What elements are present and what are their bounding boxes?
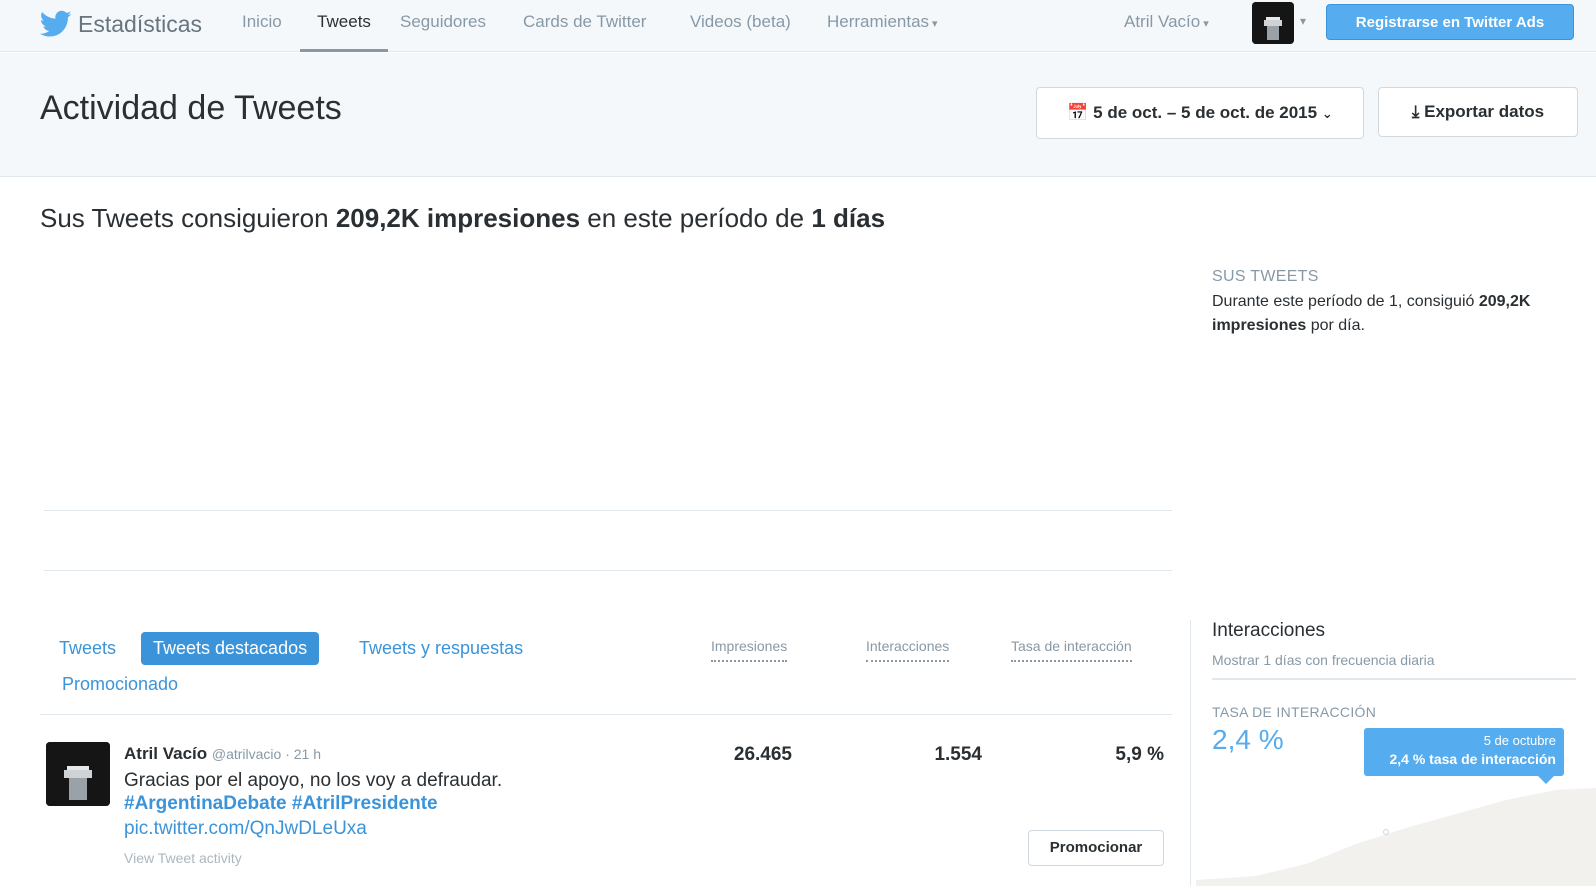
- tab-tweets-destacados[interactable]: Tweets destacados: [141, 632, 320, 665]
- chevron-down-icon: ▾: [932, 18, 938, 30]
- interaction-rate-point: [1383, 829, 1389, 835]
- calendar-icon: 📅: [1067, 103, 1089, 122]
- brand[interactable]: Estadísticas: [40, 6, 202, 42]
- chevron-down-icon[interactable]: ▾: [1300, 14, 1306, 28]
- avatar[interactable]: [1252, 2, 1294, 44]
- impressions-summary: Sus Tweets consiguieron 209,2K impresion…: [40, 203, 885, 234]
- tweet-author-name: Atril Vacío: [124, 744, 208, 763]
- nav-item-herramientas-label: Herramientas: [827, 12, 930, 31]
- view-tweet-activity-link[interactable]: View Tweet activity: [124, 850, 242, 866]
- twitter-bird-icon: [40, 10, 72, 37]
- page-header: Actividad de Tweets 📅 5 de oct. – 5 de o…: [0, 53, 1596, 177]
- user-menu[interactable]: Atril Vacío ▾: [1124, 12, 1209, 32]
- tweet-impressions: 26.465: [733, 744, 792, 765]
- panel-separator: [1190, 620, 1191, 886]
- your-tweets-text: Durante este período de 1, consiguió 209…: [1212, 290, 1572, 338]
- export-label: Exportar datos: [1424, 102, 1545, 121]
- tweet-avatar[interactable]: [46, 742, 110, 806]
- tooltip-value: 2,4 % tasa de interacción: [1389, 751, 1556, 767]
- tab-tweets-respuestas[interactable]: Tweets y respuestas: [359, 638, 523, 659]
- lectern-image-icon: [46, 742, 110, 806]
- column-tasa-interaccion[interactable]: Tasa de interacción: [1011, 638, 1132, 662]
- tooltip-arrow: [1538, 776, 1554, 784]
- nav-item-videos[interactable]: Videos (beta): [690, 12, 791, 52]
- twitter-ads-button[interactable]: Registrarse en Twitter Ads: [1326, 4, 1574, 40]
- summary-prefix: Sus Tweets consiguieron: [40, 203, 336, 233]
- side-text-suffix: por día.: [1306, 317, 1365, 334]
- chart-tooltip: 5 de octubre 2,4 % tasa de interacción: [1364, 728, 1564, 776]
- tab-promocionado[interactable]: Promocionado: [62, 674, 178, 695]
- tooltip-date: 5 de octubre: [1483, 733, 1556, 748]
- nav-item-herramientas[interactable]: Herramientas ▾: [827, 12, 938, 52]
- nav-item-cards[interactable]: Cards de Twitter: [523, 12, 646, 52]
- user-name: Atril Vacío: [1124, 12, 1201, 31]
- your-tweets-label: SUS TWEETS: [1212, 268, 1319, 285]
- nav-item-inicio[interactable]: Inicio: [242, 12, 282, 52]
- nav-item-seguidores[interactable]: Seguidores: [400, 12, 486, 52]
- tweet-handle-time: @atrilvacio · 21 h: [211, 746, 322, 762]
- tab-tweets[interactable]: Tweets: [59, 638, 116, 659]
- tweet-pic-link[interactable]: pic.twitter.com/QnJwDLeUxa: [124, 818, 367, 840]
- top-nav: Estadísticas Inicio Tweets Seguidores Ca…: [0, 0, 1596, 52]
- chart-gridline: [44, 570, 1172, 571]
- interaction-rate-value: 2,4 %: [1212, 724, 1284, 755]
- chevron-down-icon: ▾: [1203, 18, 1209, 30]
- chevron-down-icon: ⌄: [1321, 106, 1333, 121]
- tweet-text: Gracias por el apoyo, no los voy a defra…: [124, 770, 503, 791]
- promote-button[interactable]: Promocionar: [1028, 830, 1164, 866]
- column-impresiones[interactable]: Impresiones: [711, 638, 788, 662]
- summary-impressions: 209,2K impresiones: [335, 203, 581, 233]
- download-icon: ⤓: [1411, 102, 1420, 121]
- nav-item-tweets[interactable]: Tweets: [300, 12, 388, 52]
- summary-middle: en este período de: [580, 203, 812, 233]
- interaction-rate-label: TASA DE INTERACCIÓN: [1212, 704, 1377, 720]
- date-range-label: 5 de oct. – 5 de oct. de 2015: [1093, 103, 1318, 122]
- brand-title: Estadísticas: [78, 10, 202, 37]
- table-divider: [40, 714, 1172, 715]
- export-data-button[interactable]: ⤓ Exportar datos: [1378, 87, 1578, 137]
- interactions-title: Interacciones: [1212, 620, 1326, 641]
- interactions-divider: [1212, 678, 1576, 680]
- date-range-button[interactable]: 📅 5 de oct. – 5 de oct. de 2015 ⌄: [1036, 87, 1364, 139]
- interaction-rate-chart: [1196, 788, 1596, 886]
- interaction-rate-area: [1196, 788, 1596, 886]
- side-text-prefix: Durante este período de 1, consiguió: [1212, 293, 1479, 310]
- lectern-image-icon: [1252, 2, 1294, 44]
- column-interacciones[interactable]: Interacciones: [866, 638, 950, 662]
- tweet-hashtags[interactable]: #ArgentinaDebate #AtrilPresidente: [124, 793, 438, 815]
- interactions-subtitle: Mostrar 1 días con frecuencia diaria: [1212, 652, 1435, 668]
- summary-days: 1 días: [811, 203, 886, 233]
- tweet-author[interactable]: Atril Vacío @atrilvacio · 21 h: [124, 744, 321, 764]
- chart-gridline: [44, 510, 1172, 511]
- tweet-interaction-rate: 5,9 %: [1115, 744, 1164, 765]
- page-title: Actividad de Tweets: [40, 89, 342, 127]
- tweet-interactions: 1.554: [934, 744, 982, 765]
